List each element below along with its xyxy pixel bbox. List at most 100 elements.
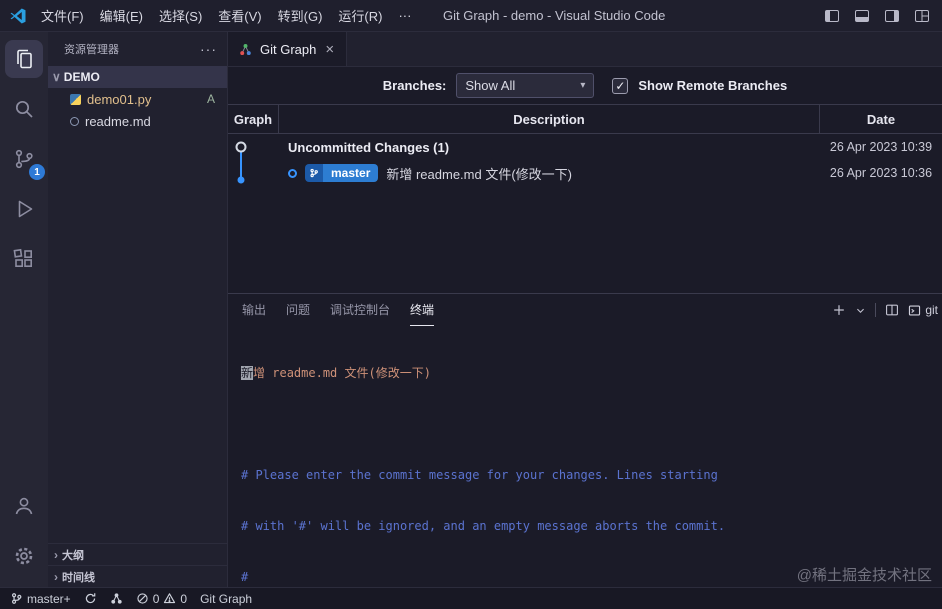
column-header-graph: Graph — [233, 111, 273, 127]
toggle-panel-icon[interactable] — [854, 8, 870, 24]
terminal-line: # Please enter the commit message for yo… — [241, 468, 718, 482]
git-graph-view: Branches: Show All ▾ ✓ Show Remote Branc… — [228, 67, 942, 293]
branches-label: Branches: — [382, 78, 447, 93]
terminal-content[interactable]: 新增 readme.md 文件(修改一下) # Please enter the… — [228, 326, 942, 587]
commit-date: 26 Apr 2023 10:36 — [829, 166, 933, 180]
account-icon[interactable] — [5, 487, 43, 525]
git-graph-rows: Uncommitted Changes (1) 26 Apr 2023 10:3… — [228, 134, 942, 293]
folder-name: DEMO — [63, 70, 100, 84]
sidebar-header: 资源管理器 ··· — [48, 32, 227, 66]
status-bar: master+ 0 0 Git Graph — [0, 587, 942, 609]
scm-badge: 1 — [29, 164, 45, 180]
warnings-count: 0 — [180, 591, 188, 606]
table-row-commit[interactable]: master 新增 readme.md 文件(修改一下) 26 Apr 2023… — [228, 160, 942, 186]
title-bar: 文件(F) 编辑(E) 选择(S) 查看(V) 转到(G) 运行(R) ··· … — [0, 0, 942, 32]
chevron-right-icon: › — [54, 547, 58, 562]
menu-overflow-icon[interactable]: ··· — [390, 0, 419, 31]
menu-edit[interactable]: 编辑(E) — [92, 0, 151, 31]
file-row-readme[interactable]: readme.md — [48, 110, 227, 132]
new-terminal-plus-icon[interactable] — [832, 303, 846, 317]
chevron-right-icon: › — [54, 569, 58, 584]
branches-select[interactable]: Show All ▾ — [456, 73, 595, 98]
watermark: @稀土掘金技术社区 — [796, 567, 932, 584]
terminal-cursor: 新 — [241, 366, 254, 380]
terminal-line: 新增 readme.md 文件(修改一下) — [241, 366, 431, 380]
git-status-badge: A — [206, 92, 215, 106]
close-icon[interactable]: × — [323, 41, 336, 58]
problems-status-item[interactable]: 0 0 — [136, 592, 187, 606]
timeline-section[interactable]: › 时间线 — [48, 565, 227, 587]
source-control-icon[interactable]: 1 — [5, 140, 45, 180]
vscode-logo-icon — [10, 8, 26, 23]
branch-status-item[interactable]: master+ — [10, 592, 71, 606]
window-controls — [824, 8, 942, 24]
git-graph-status-label: Git Graph — [200, 591, 253, 606]
search-icon[interactable] — [5, 90, 43, 128]
sidebar-more-icon[interactable]: ··· — [200, 41, 217, 57]
tab-git-graph[interactable]: Git Graph × — [228, 32, 348, 66]
table-row-uncommitted[interactable]: Uncommitted Changes (1) 26 Apr 2023 10:3… — [228, 134, 942, 160]
branch-label: master+ — [27, 591, 71, 606]
errors-count: 0 — [152, 591, 160, 606]
toggle-secondary-sidebar-icon[interactable] — [884, 8, 900, 24]
checkmark-icon: ✓ — [615, 78, 626, 93]
tab-problems[interactable]: 问题 — [286, 294, 310, 326]
editor-tab-bar: Git Graph × — [228, 32, 942, 67]
dropdown-arrow-icon: ▾ — [580, 80, 586, 91]
bottom-panel: 输出 问题 调试控制台 终端 git 新增 readme.md 文件(修改一下)… — [228, 293, 942, 587]
branch-badge-master[interactable]: master — [305, 164, 379, 182]
menu-run[interactable]: 运行(R) — [330, 0, 390, 31]
warnings-icon — [164, 593, 176, 604]
branches-select-value: Show All — [465, 78, 516, 93]
branch-icon — [305, 164, 323, 182]
menu-go[interactable]: 转到(G) — [270, 0, 331, 31]
sync-status-item[interactable] — [84, 592, 97, 605]
chevron-down-icon[interactable] — [855, 305, 866, 316]
git-graph-table-header: Graph Description Date — [228, 104, 942, 134]
tab-output[interactable]: 输出 — [242, 294, 266, 326]
editor-area: Git Graph × Branches: Show All ▾ ✓ Show … — [228, 32, 942, 587]
tab-label: Git Graph — [260, 41, 317, 57]
commit-message: 新增 readme.md 文件(修改一下) — [386, 166, 572, 182]
settings-gear-icon[interactable] — [5, 537, 43, 575]
customize-layout-icon[interactable] — [914, 8, 930, 24]
show-remote-checkbox[interactable]: ✓ — [612, 77, 629, 94]
timeline-label: 时间线 — [62, 571, 95, 584]
errors-icon — [137, 593, 148, 604]
activity-bar-bottom — [5, 487, 43, 587]
menu-selection[interactable]: 选择(S) — [151, 0, 210, 31]
tab-debug-console[interactable]: 调试控制台 — [330, 294, 390, 326]
commit-dot-icon — [288, 168, 297, 178]
git-graph-icon — [111, 593, 122, 604]
split-terminal-icon[interactable] — [885, 303, 899, 317]
branch-name: master — [323, 164, 379, 182]
commit-date: 26 Apr 2023 10:39 — [829, 140, 933, 154]
activity-bar: 1 — [0, 32, 48, 587]
tab-terminal[interactable]: 终端 — [410, 294, 435, 326]
folder-row-demo[interactable]: ∨ DEMO — [48, 66, 227, 88]
vscode-window: 文件(F) 编辑(E) 选择(S) 查看(V) 转到(G) 运行(R) ··· … — [0, 0, 942, 609]
git-graph-status-item[interactable]: Git Graph — [200, 592, 252, 606]
terminal-list-item-git[interactable]: git — [908, 303, 938, 317]
explorer-icon[interactable] — [5, 40, 43, 78]
main-area: 1 资源管理器 ··· ∨ DEMO demo01.py A readme.md… — [0, 32, 942, 587]
file-name: readme.md — [85, 113, 151, 129]
terminal-line: # with '#' will be ignored, and an empty… — [241, 519, 726, 533]
terminal-icon — [909, 304, 921, 316]
menu-view[interactable]: 查看(V) — [210, 0, 269, 31]
git-graph-toolbar: Branches: Show All ▾ ✓ Show Remote Branc… — [228, 67, 942, 104]
git-graph-status-icon-item[interactable] — [110, 592, 123, 605]
menu-file[interactable]: 文件(F) — [33, 0, 92, 31]
show-remote-label: Show Remote Branches — [638, 78, 788, 93]
panel-actions: git — [832, 303, 942, 317]
sync-icon — [85, 593, 96, 604]
uncommitted-changes-label: Uncommitted Changes (1) — [288, 139, 450, 155]
run-debug-icon[interactable] — [5, 190, 43, 228]
outline-label: 大纲 — [62, 549, 84, 562]
file-row-demo01[interactable]: demo01.py A — [48, 88, 227, 110]
toggle-sidebar-icon[interactable] — [824, 8, 840, 24]
outline-section[interactable]: › 大纲 — [48, 543, 227, 565]
extensions-icon[interactable] — [5, 240, 43, 278]
